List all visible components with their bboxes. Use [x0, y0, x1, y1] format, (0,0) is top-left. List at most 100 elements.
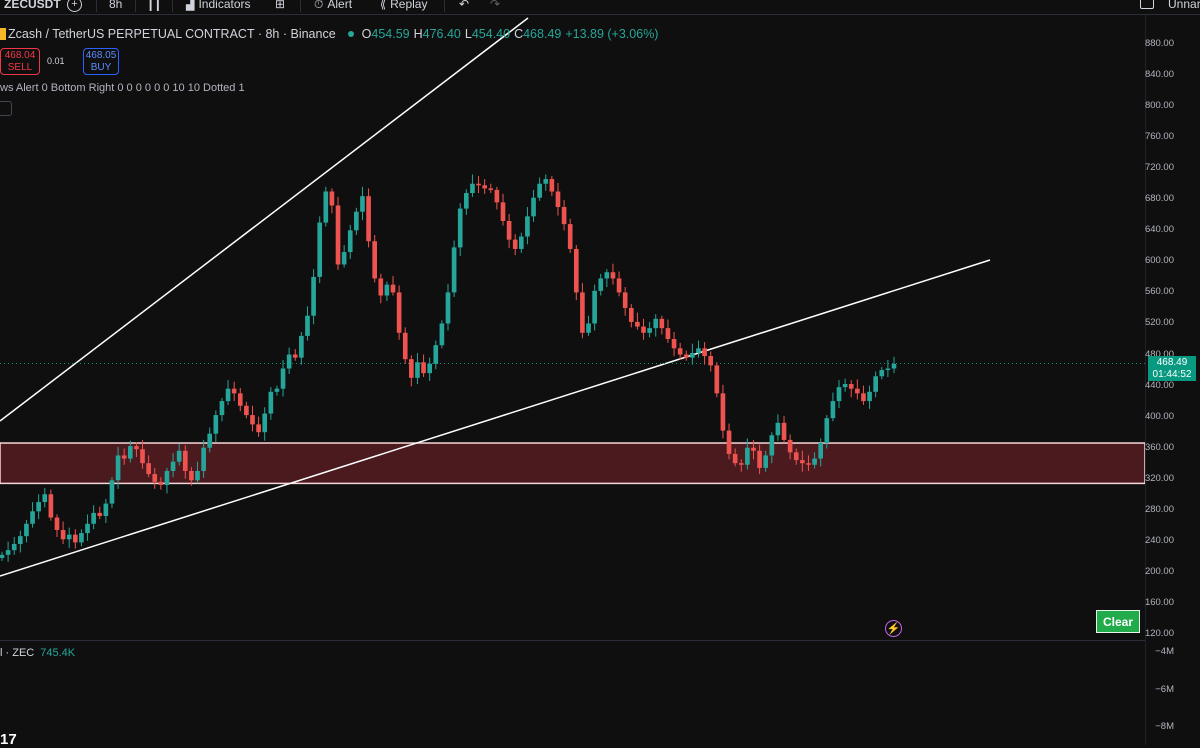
collapse-legend-button[interactable]	[0, 101, 12, 116]
candle-body	[317, 222, 323, 277]
candle-body	[683, 354, 689, 358]
symbol-legend: Zcash / TetherUS PERPETUAL CONTRACT · 8h…	[0, 27, 662, 41]
templates-button[interactable]: ⊞	[275, 0, 285, 12]
alert-clock-icon: ⏱	[314, 0, 324, 11]
candle-body	[18, 536, 23, 544]
layout-checkbox[interactable]	[1140, 0, 1154, 9]
price-axis-label: 320.00	[1144, 472, 1174, 484]
candle-body	[586, 323, 591, 333]
candles-icon: ┃┃	[147, 0, 162, 11]
price-axis-label: 560.00	[1144, 286, 1174, 298]
grid-icon: ⊞	[275, 0, 286, 11]
candle-body	[127, 446, 133, 459]
candle-body	[745, 447, 750, 465]
candle-body	[231, 388, 237, 394]
candle-body	[506, 221, 512, 240]
candle-body	[121, 455, 127, 459]
candle-body	[164, 470, 170, 485]
alert-button[interactable]: ⏱ Alert	[314, 0, 352, 12]
candle-body	[445, 292, 451, 324]
indicators-label: Indicators	[198, 0, 251, 11]
candle-body	[885, 368, 891, 371]
symbol-title[interactable]: Zcash / TetherUS PERPETUAL CONTRACT · 8h…	[8, 27, 336, 41]
price-axis-label: 400.00	[1144, 410, 1174, 422]
candle-body	[488, 188, 494, 190]
candle-body	[677, 348, 683, 355]
candle-body	[830, 401, 836, 419]
lightning-icon[interactable]: ⚡	[885, 620, 902, 637]
candle-body	[219, 401, 225, 416]
candle-body	[354, 211, 359, 231]
candle-body	[628, 307, 634, 322]
undo-icon: ↶	[459, 0, 470, 11]
redo-icon: ↷	[490, 0, 501, 11]
candle-body	[372, 241, 378, 279]
buy-button[interactable]: 468.05 BUY	[83, 48, 119, 75]
candle-body	[800, 460, 805, 464]
tradingview-logo[interactable]: 17	[0, 731, 17, 748]
clear-button[interactable]: Clear	[1096, 610, 1140, 633]
replay-button[interactable]: ⟪ Replay	[380, 0, 427, 12]
redo-button[interactable]: ↷	[490, 0, 500, 12]
price-axis-label: 760.00	[1144, 131, 1174, 143]
candle-body	[812, 458, 817, 465]
candle-body	[665, 328, 671, 339]
candle-body	[115, 455, 121, 481]
candle-body	[402, 332, 408, 360]
candle-body	[262, 413, 268, 433]
candle-body	[836, 387, 842, 402]
candle-body	[494, 189, 500, 203]
candle-body	[751, 447, 756, 451]
chart-type-button[interactable]: ┃┃	[147, 0, 161, 12]
divider	[172, 0, 173, 12]
interval-button[interactable]: 8h	[109, 0, 122, 12]
price-axis-label: 880.00	[1144, 38, 1174, 49]
price-chart[interactable]	[0, 0, 1145, 640]
candle-body	[769, 435, 775, 456]
high-value: 476.40	[422, 27, 461, 41]
candle-body	[861, 393, 866, 402]
layout-name-button[interactable]: Unnar	[1168, 0, 1200, 12]
candle-body	[512, 239, 518, 249]
candle-body	[757, 450, 762, 468]
candle-body	[616, 278, 622, 293]
pane-separator[interactable]	[0, 640, 1145, 641]
last-price-tag: 468.49 01:44:52	[1148, 356, 1196, 381]
spread-value: 0.01	[47, 56, 65, 66]
candle-body	[537, 183, 542, 198]
candle-body	[311, 276, 316, 316]
symbol-search-button[interactable]: ZECUSDT	[4, 0, 61, 12]
candle-body	[170, 461, 176, 471]
candle-body	[848, 384, 854, 389]
market-status-icon	[347, 31, 354, 37]
price-axis-label: 800.00	[1144, 100, 1174, 112]
buy-price: 468.05	[85, 50, 117, 61]
divider	[444, 0, 445, 12]
compare-button[interactable]: +	[67, 0, 82, 12]
price-axis-label: 160.00	[1144, 596, 1174, 608]
price-axis-label: 120.00	[1144, 628, 1174, 639]
undo-button[interactable]: ↶	[459, 0, 469, 12]
candle-body	[390, 284, 396, 293]
candle-body	[543, 179, 549, 184]
candle-body	[5, 550, 11, 555]
candle-body	[396, 292, 402, 333]
candle-body	[299, 335, 304, 358]
candle-body	[335, 205, 341, 265]
indicators-button[interactable]: ▟ Indicators	[186, 0, 251, 12]
price-axis-label: 440.00	[1144, 379, 1174, 391]
candle-body	[54, 517, 60, 530]
candle-body	[708, 356, 714, 366]
indicator-legend[interactable]: ws Alert 0 Bottom Right 0 0 0 0 0 0 10 1…	[0, 82, 245, 94]
sell-price: 468.04	[4, 50, 36, 61]
candle-body	[842, 384, 848, 388]
candle-body	[787, 439, 793, 453]
sell-button[interactable]: 468.04 SELL	[0, 48, 40, 75]
trendline-upper[interactable]	[0, 17, 529, 422]
price-axis-label: 360.00	[1144, 441, 1174, 453]
candle-body	[891, 363, 897, 369]
candle-body	[140, 449, 145, 464]
candle-body	[72, 534, 78, 543]
candle-body	[622, 292, 628, 308]
candle-body	[457, 208, 463, 248]
